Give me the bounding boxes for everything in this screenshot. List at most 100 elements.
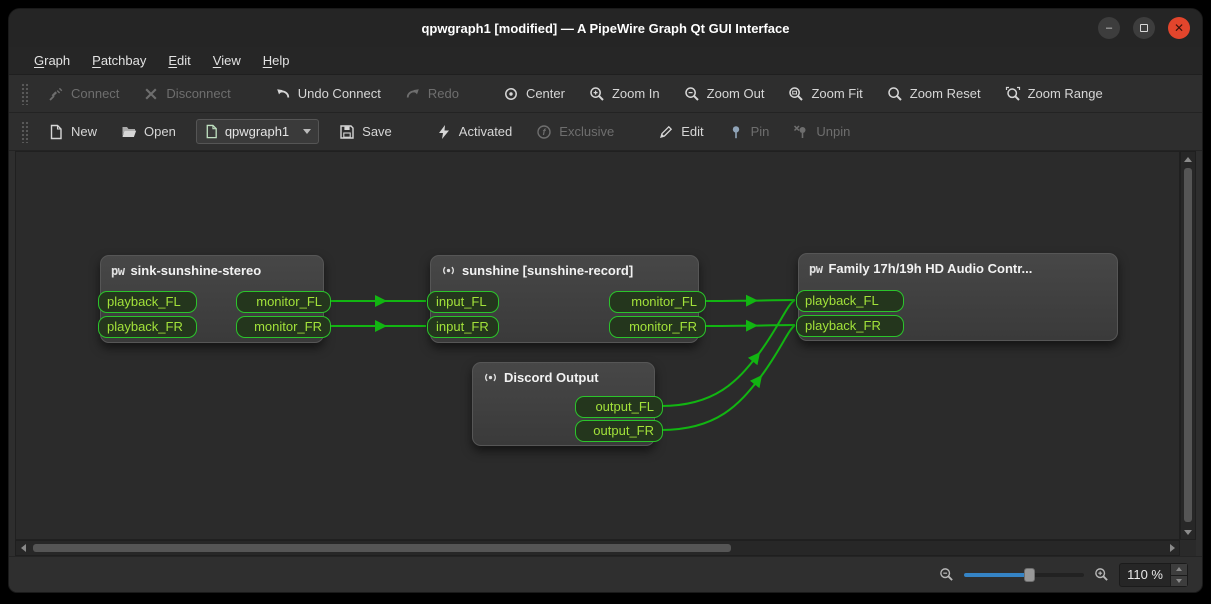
connect-button[interactable]: Connect	[36, 81, 131, 107]
toolbar-patchbay: New Open qpwgraph1 Save Activated f Excl…	[9, 113, 1202, 151]
port-output[interactable]: monitor_FR	[609, 316, 706, 338]
pin-button[interactable]: Pin	[716, 119, 782, 145]
redo-button[interactable]: Redo	[393, 81, 471, 107]
port-input[interactable]: playback_FR	[796, 315, 904, 337]
zoom-slider-handle[interactable]	[1024, 568, 1035, 582]
zoom-reset-button[interactable]: Zoom Reset	[875, 81, 993, 107]
pipewire-icon: pw	[111, 264, 124, 278]
scroll-up-arrow[interactable]	[1181, 152, 1195, 166]
new-label: New	[71, 124, 97, 139]
menu-graph[interactable]: Graph	[23, 50, 81, 71]
horizontal-scroll-handle[interactable]	[33, 544, 731, 552]
connect-label: Connect	[71, 86, 119, 101]
menu-view[interactable]: View	[202, 50, 252, 71]
titlebar[interactable]: qpwgraph1 [modified] — A PipeWire Graph …	[9, 9, 1202, 47]
edit-button[interactable]: Edit	[646, 119, 715, 145]
zoom-spin-up-button[interactable]	[1171, 564, 1187, 575]
port-input[interactable]: input_FL	[427, 291, 499, 313]
graph-canvas[interactable]: pw sink-sunshine-stereo playback_FL play…	[15, 151, 1180, 540]
zoom-out-mini-icon[interactable]	[939, 567, 954, 582]
pipewire-icon: pw	[809, 262, 822, 276]
pin-label: Pin	[751, 124, 770, 139]
zoom-slider[interactable]	[964, 567, 1084, 583]
edit-label: Edit	[681, 124, 703, 139]
save-icon	[339, 124, 355, 140]
zoom-in-button[interactable]: Zoom In	[577, 81, 672, 107]
scroll-left-arrow[interactable]	[16, 541, 30, 555]
undo-connect-button[interactable]: Undo Connect	[263, 81, 393, 107]
toolbar-drag-handle[interactable]	[21, 121, 28, 143]
open-label: Open	[144, 124, 176, 139]
center-button[interactable]: Center	[491, 81, 577, 107]
zoom-out-button[interactable]: Zoom Out	[672, 81, 777, 107]
toolbar-drag-handle[interactable]	[21, 83, 28, 105]
open-folder-icon	[121, 124, 137, 140]
minimize-button[interactable]: –	[1098, 17, 1120, 39]
undo-label: Undo Connect	[298, 86, 381, 101]
scroll-down-arrow[interactable]	[1181, 525, 1195, 539]
node-sunshine[interactable]: sunshine [sunshine-record] input_FL inpu…	[430, 255, 699, 343]
new-button[interactable]: New	[36, 119, 109, 145]
monitor-icon	[483, 370, 498, 385]
unpin-button[interactable]: Unpin	[781, 119, 862, 145]
zoom-out-icon	[684, 86, 700, 102]
activated-label: Activated	[459, 124, 512, 139]
node-title: Discord Output	[504, 370, 599, 385]
disconnect-icon	[143, 86, 159, 102]
node-discord-output[interactable]: Discord Output output_FL output_FR	[472, 362, 655, 446]
open-button[interactable]: Open	[109, 119, 188, 145]
exclusive-icon: f	[536, 124, 552, 140]
zoom-out-label: Zoom Out	[707, 86, 765, 101]
port-input[interactable]: playback_FL	[98, 291, 197, 313]
pin-icon	[728, 124, 744, 140]
node-sink-sunshine-stereo[interactable]: pw sink-sunshine-stereo playback_FL play…	[100, 255, 324, 343]
monitor-icon	[441, 263, 456, 278]
activated-bolt-icon	[436, 124, 452, 140]
zoom-spin-down-button[interactable]	[1171, 575, 1187, 586]
close-button[interactable]: ✕	[1168, 17, 1190, 39]
menu-patchbay[interactable]: Patchbay	[81, 50, 157, 71]
connection[interactable]	[705, 300, 795, 301]
port-input[interactable]: input_FR	[427, 316, 499, 338]
port-input[interactable]: playback_FR	[98, 316, 197, 338]
scroll-right-arrow[interactable]	[1165, 541, 1179, 555]
port-input[interactable]: playback_FL	[796, 290, 904, 312]
zoom-fit-button[interactable]: Zoom Fit	[776, 81, 874, 107]
app-window: qpwgraph1 [modified] — A PipeWire Graph …	[8, 8, 1203, 593]
port-output[interactable]: output_FL	[575, 396, 663, 418]
menu-help[interactable]: Help	[252, 50, 301, 71]
zoom-reset-icon	[887, 86, 903, 102]
port-output[interactable]: monitor_FL	[609, 291, 706, 313]
save-button[interactable]: Save	[327, 119, 404, 145]
connect-icon	[48, 86, 64, 102]
menu-edit[interactable]: Edit	[157, 50, 201, 71]
maximize-button[interactable]	[1133, 17, 1155, 39]
zoom-fit-icon	[788, 86, 804, 102]
patchbay-file-combobox[interactable]: qpwgraph1	[196, 119, 319, 144]
horizontal-scrollbar[interactable]	[15, 540, 1180, 556]
zoom-slider-fill	[964, 573, 1026, 577]
zoom-in-mini-icon[interactable]	[1094, 567, 1109, 582]
exclusive-toggle[interactable]: f Exclusive	[524, 119, 626, 145]
zoom-spinbox[interactable]: 110 %	[1119, 563, 1188, 587]
port-output[interactable]: output_FR	[575, 420, 663, 442]
connection[interactable]	[705, 325, 795, 326]
patchbay-file-value: qpwgraph1	[225, 124, 289, 139]
disconnect-button[interactable]: Disconnect	[131, 81, 242, 107]
node-family-hd-audio[interactable]: pw Family 17h/19h HD Audio Contr... play…	[798, 253, 1118, 341]
menubar: Graph Patchbay Edit View Help	[9, 47, 1202, 75]
connections-layer	[16, 152, 1180, 540]
graph-canvas-area: pw sink-sunshine-stereo playback_FL play…	[15, 151, 1196, 556]
vertical-scroll-handle[interactable]	[1184, 168, 1192, 522]
port-output[interactable]: monitor_FR	[236, 316, 331, 338]
save-label: Save	[362, 124, 392, 139]
vertical-scrollbar[interactable]	[1180, 151, 1196, 540]
port-output[interactable]: monitor_FL	[236, 291, 331, 313]
activated-toggle[interactable]: Activated	[424, 119, 524, 145]
unpin-label: Unpin	[816, 124, 850, 139]
edit-pencil-icon	[658, 124, 674, 140]
zoom-reset-label: Zoom Reset	[910, 86, 981, 101]
zoom-range-icon	[1005, 86, 1021, 102]
statusbar: 110 %	[9, 556, 1202, 592]
zoom-range-button[interactable]: Zoom Range	[993, 81, 1115, 107]
